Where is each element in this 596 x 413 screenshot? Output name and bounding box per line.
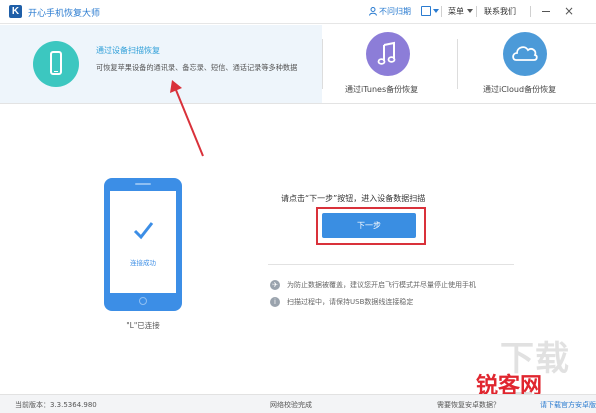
mode-device-scan[interactable]: 通过设备扫描恢复 可恢复苹果设备的通讯录、备忘录、短信、通话记录等多种数据 [0,25,322,103]
device-name-label: "L"已连接 [126,321,160,330]
app-title: 开心手机恢复大师 [28,9,101,19]
divider [476,6,477,17]
close-icon[interactable]: × [562,4,576,18]
contact-us-button[interactable]: 联系我们 [484,6,516,17]
calendar-icon[interactable] [421,6,431,16]
airplane-icon: ✈ [270,280,280,290]
network-status: 网络校验完成 [270,401,312,409]
divider [457,39,458,89]
mode-icloud-label[interactable]: 通过iCloud备份恢复 [483,84,556,95]
phone-icon [33,41,79,87]
device-illustration: 连接成功 [104,178,182,311]
next-button[interactable]: 下一步 [322,213,416,238]
help-text: 需要恢复安卓数据？ [437,401,500,409]
menu-chevron-icon[interactable] [467,9,473,13]
recovery-mode-bar: 通过设备扫描恢复 可恢复苹果设备的通讯录、备忘录、短信、通话记录等多种数据 通过… [0,25,596,104]
instruction-text: 请点击“下一步”按钮，进入设备数据扫描 [281,194,426,203]
user-icon[interactable] [369,7,377,16]
tip-text: 为防止数据被覆盖，建议您开启飞行模式并尽量停止使用手机 [287,281,476,289]
divider [441,6,442,17]
connection-status: 连接成功 [130,259,156,267]
download-android-link[interactable]: 请下载官方安卓版 [540,400,596,410]
user-name[interactable]: 不问归期 [379,6,411,17]
mode-icloud-icon[interactable] [503,32,547,76]
menu-button[interactable]: 菜单 [448,6,464,17]
status-bar: 当前版本：3.3.5364.980 网络校验完成 需要恢复安卓数据？ 请下载官方… [0,394,596,413]
mode-description: 可恢复苹果设备的通讯录、备忘录、短信、通话记录等多种数据 [96,63,298,72]
tip-text: 扫描过程中，请保持USB数据线连接稳定 [287,298,414,306]
mode-itunes-label[interactable]: 通过iTunes备份恢复 [345,84,418,95]
info-icon: i [270,297,280,307]
title-bar: K 开心手机恢复大师 不问归期 菜单 联系我们 × [0,0,596,24]
mode-itunes-icon[interactable] [366,32,410,76]
app-logo: K [9,5,22,18]
minimize-icon[interactable] [542,11,550,12]
cloud-icon [512,46,538,61]
checkmark-icon [133,222,154,240]
mode-title: 通过设备扫描恢复 [96,46,160,55]
divider [530,6,531,17]
divider [322,39,323,89]
divider [268,264,514,265]
phone-screen: 连接成功 [110,191,176,293]
phone-speaker [135,183,151,185]
chevron-down-icon[interactable] [433,9,439,13]
phone-home-button [139,297,147,305]
version-label: 当前版本：3.3.5364.980 [15,401,97,409]
music-note-icon [377,41,396,65]
